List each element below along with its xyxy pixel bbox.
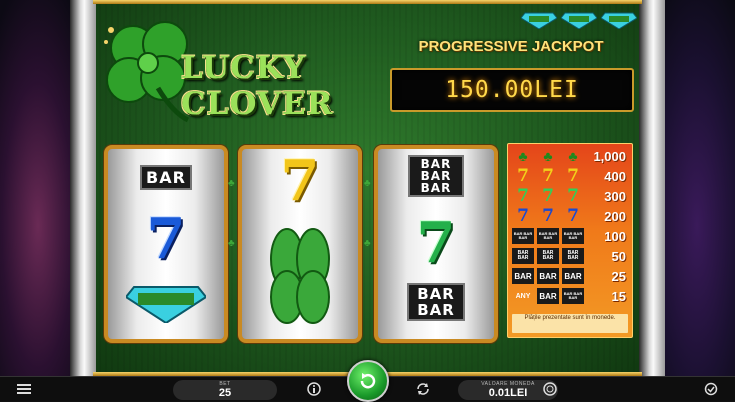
payout-value: 400 (604, 168, 626, 184)
reel-3: BAR BAR BAR 7 BAR BAR (374, 145, 498, 343)
blue-seven-icon: 7 (542, 206, 554, 226)
gold-seven-icon: 7 (567, 166, 579, 186)
triple-bar-icon: BAR BAR BAR (537, 228, 559, 244)
bonus-gems (521, 9, 637, 29)
paytable-row: ANY BAR BAR BAR BAR 15 (512, 286, 628, 306)
payout-value: 100 (604, 228, 626, 244)
paytable-row: BAR BAR BAR 25 (512, 266, 628, 286)
clover-icon: ♣ (543, 148, 553, 164)
diamond-icon (521, 12, 557, 29)
paytable-note: Plățile prezentate sunt în monede. (512, 314, 628, 333)
bet-value: 25 (218, 387, 232, 399)
single-bar-icon: BAR (512, 268, 534, 284)
double-bar-icon: BAR BAR (512, 248, 534, 264)
reel-symbol: 7 (108, 211, 224, 267)
double-bar-symbol: BAR BAR (407, 283, 465, 321)
progressive-jackpot-title: PROGRESSIVE JACKPOT (418, 38, 604, 55)
diamond-icon (601, 12, 637, 29)
paytable-row: BAR BAR BAR BAR BAR BAR BAR BAR BAR 100 (512, 226, 628, 246)
bar-symbol: BAR (140, 165, 192, 190)
triple-bar-symbol: BAR BAR BAR (408, 155, 464, 197)
double-bar-icon: BAR BAR (562, 248, 584, 264)
reel-symbol: BAR BAR (378, 283, 494, 321)
reel-2: 7 (238, 145, 362, 343)
logo-text-clover: CLOVER (181, 86, 334, 122)
small-clover-icon: ♣ (228, 178, 235, 189)
triple-bar-icon: BAR BAR BAR (562, 228, 584, 244)
coin-icon[interactable] (542, 381, 558, 397)
seven-symbol: 7 (280, 148, 320, 214)
jackpot-value: 150.00LEI (445, 77, 579, 103)
bet-selector[interactable]: BET 25 (173, 380, 277, 400)
reel-symbol (108, 283, 224, 323)
cabinet-trim-top (93, 0, 642, 4)
small-clover-icon: ♣ (364, 238, 371, 249)
gold-seven-icon: 7 (517, 166, 529, 186)
diamond-icon (561, 12, 597, 29)
settings-icon[interactable] (703, 381, 719, 397)
reel-symbol: BAR BAR BAR (378, 155, 494, 197)
clover-icon: ♣ (518, 148, 528, 164)
green-seven-icon: 7 (517, 186, 529, 206)
clover-leaf-icon (270, 228, 330, 324)
reel-symbol (242, 219, 358, 329)
green-seven-icon: 7 (567, 186, 579, 206)
jackpot-display: 150.00LEI (390, 68, 634, 112)
paytable: ♣ ♣ ♣ 1,000 7 7 7 400 7 7 7 300 7 7 7 20… (507, 143, 633, 338)
payout-value: 300 (604, 188, 626, 204)
paytable-row: BAR BAR BAR BAR BAR BAR 50 (512, 246, 628, 266)
clover-icon: ♣ (568, 148, 578, 164)
clover-diamond-symbol (126, 286, 206, 323)
menu-icon[interactable] (16, 381, 32, 397)
seven-symbol: 7 (146, 206, 186, 272)
any-bar-label: ANY (515, 292, 531, 300)
info-icon[interactable] (306, 381, 322, 397)
payout-value: 25 (611, 268, 626, 284)
spin-icon (360, 373, 376, 389)
logo-text-lucky: LUCKY (181, 50, 307, 86)
payout-value: 50 (611, 248, 626, 264)
autoplay-icon[interactable] (415, 381, 431, 397)
single-bar-icon: BAR (562, 268, 584, 284)
double-bar-icon: BAR BAR (537, 248, 559, 264)
paytable-row: 7 7 7 200 (512, 206, 628, 226)
payout-value: 200 (604, 208, 626, 224)
small-clover-icon: ♣ (364, 178, 371, 189)
paytable-row: 7 7 7 400 (512, 166, 628, 186)
seven-symbol: 7 (416, 210, 456, 276)
single-bar-icon: BAR (537, 268, 559, 284)
payout-value: 1,000 (593, 148, 626, 164)
spin-button[interactable] (347, 360, 389, 402)
game-logo: LUCKY CLOVER (103, 18, 343, 130)
paytable-row: 7 7 7 300 (512, 186, 628, 206)
reel-symbol: 7 (378, 215, 494, 271)
blue-seven-icon: 7 (517, 206, 529, 226)
cabinet-pillar-left (70, 0, 96, 376)
triple-bar-icon: BAR BAR BAR (562, 288, 584, 304)
triple-bar-icon: BAR BAR BAR (512, 228, 534, 244)
reel-symbol: 7 (242, 153, 358, 209)
blue-seven-icon: 7 (567, 206, 579, 226)
cabinet-pillar-right (639, 0, 665, 376)
gold-seven-icon: 7 (542, 166, 554, 186)
payout-value: 15 (611, 288, 626, 304)
reel-symbol: BAR (108, 165, 224, 190)
paytable-row: ♣ ♣ ♣ 1,000 (512, 146, 628, 166)
single-bar-icon: BAR (537, 288, 559, 304)
green-seven-icon: 7 (542, 186, 554, 206)
reel-1: BAR 7 (104, 145, 228, 343)
small-clover-icon: ♣ (228, 238, 235, 249)
